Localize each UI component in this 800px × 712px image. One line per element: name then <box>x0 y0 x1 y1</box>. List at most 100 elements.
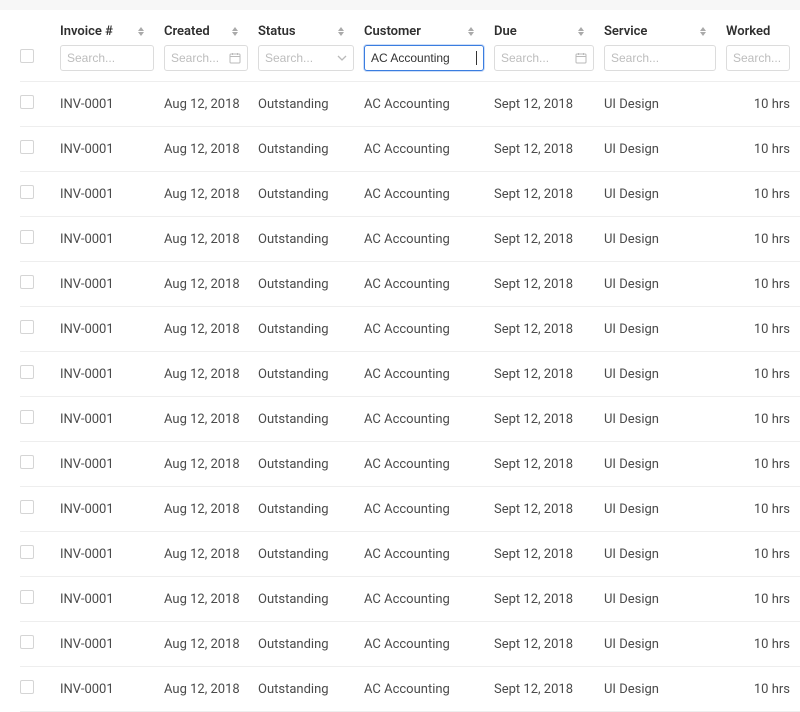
col-header-worked[interactable]: Worked <box>726 10 800 45</box>
table-row[interactable]: INV-0001Aug 12, 2018OutstandingAC Accoun… <box>20 622 800 667</box>
table-row[interactable]: INV-0001Aug 12, 2018OutstandingAC Accoun… <box>20 577 800 622</box>
row-checkbox[interactable] <box>20 275 34 289</box>
sort-icon[interactable] <box>700 27 706 36</box>
row-checkbox[interactable] <box>20 410 34 424</box>
table-row[interactable]: INV-0001Aug 12, 2018OutstandingAC Accoun… <box>20 217 800 262</box>
cell-worked: 10 hrs <box>726 487 800 532</box>
cell-created: Aug 12, 2018 <box>164 127 258 172</box>
filter-input-invoice[interactable] <box>67 51 147 65</box>
sort-icon[interactable] <box>338 27 344 36</box>
cell-worked: 10 hrs <box>726 397 800 442</box>
filter-created[interactable] <box>164 45 248 71</box>
col-header-created[interactable]: Created <box>164 10 258 45</box>
row-checkbox[interactable] <box>20 635 34 649</box>
cell-customer: AC Accounting <box>364 172 494 217</box>
cell-service: UI Design <box>604 487 726 532</box>
table-row[interactable]: INV-0001Aug 12, 2018OutstandingAC Accoun… <box>20 442 800 487</box>
table-header-row: Invoice # Created Status Customer <box>20 10 800 45</box>
cell-due: Sept 12, 2018 <box>494 487 604 532</box>
table-row[interactable]: INV-0001Aug 12, 2018OutstandingAC Accoun… <box>20 262 800 307</box>
row-checkbox[interactable] <box>20 680 34 694</box>
row-checkbox[interactable] <box>20 320 34 334</box>
cell-status: Outstanding <box>258 352 364 397</box>
text-caret <box>476 51 477 65</box>
filter-customer[interactable] <box>364 45 484 71</box>
table-row[interactable]: INV-0001Aug 12, 2018OutstandingAC Accoun… <box>20 397 800 442</box>
calendar-icon[interactable] <box>229 52 241 64</box>
cell-invoice: INV-0001 <box>60 307 164 352</box>
cell-status: Outstanding <box>258 307 364 352</box>
row-checkbox[interactable] <box>20 95 34 109</box>
cell-worked: 10 hrs <box>726 352 800 397</box>
cell-due: Sept 12, 2018 <box>494 82 604 127</box>
cell-invoice: INV-0001 <box>60 172 164 217</box>
col-header-status[interactable]: Status <box>258 10 364 45</box>
cell-due: Sept 12, 2018 <box>494 352 604 397</box>
sort-icon[interactable] <box>468 27 474 36</box>
table-row[interactable]: INV-0001Aug 12, 2018OutstandingAC Accoun… <box>20 532 800 577</box>
cell-customer: AC Accounting <box>364 487 494 532</box>
row-checkbox[interactable] <box>20 230 34 244</box>
cell-worked: 10 hrs <box>726 172 800 217</box>
filter-input-customer[interactable] <box>371 51 475 65</box>
col-header-service[interactable]: Service <box>604 10 726 45</box>
cell-due: Sept 12, 2018 <box>494 397 604 442</box>
cell-invoice: INV-0001 <box>60 352 164 397</box>
table-body: INV-0001Aug 12, 2018OutstandingAC Accoun… <box>20 82 800 712</box>
row-checkbox[interactable] <box>20 185 34 199</box>
filter-invoice[interactable] <box>60 45 154 71</box>
filter-input-created[interactable] <box>171 51 225 65</box>
top-spacer <box>0 0 800 10</box>
table-row[interactable]: INV-0001Aug 12, 2018OutstandingAC Accoun… <box>20 82 800 127</box>
filter-input-due[interactable] <box>501 51 571 65</box>
cell-worked: 10 hrs <box>726 82 800 127</box>
cell-service: UI Design <box>604 82 726 127</box>
filter-status[interactable] <box>258 45 354 71</box>
table-row[interactable]: INV-0001Aug 12, 2018OutstandingAC Accoun… <box>20 307 800 352</box>
calendar-icon[interactable] <box>575 52 587 64</box>
table-row[interactable]: INV-0001Aug 12, 2018OutstandingAC Accoun… <box>20 667 800 712</box>
cell-service: UI Design <box>604 532 726 577</box>
chevron-down-icon[interactable] <box>337 53 347 63</box>
table-row[interactable]: INV-0001Aug 12, 2018OutstandingAC Accoun… <box>20 127 800 172</box>
row-checkbox[interactable] <box>20 365 34 379</box>
row-checkbox[interactable] <box>20 140 34 154</box>
filter-input-service[interactable] <box>611 51 709 65</box>
filter-input-worked[interactable] <box>733 51 783 65</box>
table-filter-row <box>20 45 800 82</box>
cell-due: Sept 12, 2018 <box>494 307 604 352</box>
cell-invoice: INV-0001 <box>60 622 164 667</box>
select-all-checkbox[interactable] <box>20 49 34 63</box>
cell-service: UI Design <box>604 307 726 352</box>
row-checkbox[interactable] <box>20 545 34 559</box>
table-row[interactable]: INV-0001Aug 12, 2018OutstandingAC Accoun… <box>20 352 800 397</box>
cell-status: Outstanding <box>258 172 364 217</box>
cell-status: Outstanding <box>258 127 364 172</box>
sort-icon[interactable] <box>232 27 238 36</box>
row-checkbox[interactable] <box>20 500 34 514</box>
table-row[interactable]: INV-0001Aug 12, 2018OutstandingAC Accoun… <box>20 487 800 532</box>
filter-worked[interactable] <box>726 45 790 71</box>
row-checkbox[interactable] <box>20 590 34 604</box>
filter-service[interactable] <box>604 45 716 71</box>
sort-icon[interactable] <box>138 27 144 36</box>
cell-service: UI Design <box>604 352 726 397</box>
col-header-customer[interactable]: Customer <box>364 10 494 45</box>
cell-due: Sept 12, 2018 <box>494 442 604 487</box>
cell-status: Outstanding <box>258 262 364 307</box>
filter-due[interactable] <box>494 45 594 71</box>
col-header-invoice[interactable]: Invoice # <box>60 10 164 45</box>
row-checkbox[interactable] <box>20 455 34 469</box>
col-label: Due <box>494 24 517 39</box>
cell-service: UI Design <box>604 262 726 307</box>
cell-service: UI Design <box>604 397 726 442</box>
col-header-due[interactable]: Due <box>494 10 604 45</box>
table-row[interactable]: INV-0001Aug 12, 2018OutstandingAC Accoun… <box>20 172 800 217</box>
cell-invoice: INV-0001 <box>60 487 164 532</box>
cell-customer: AC Accounting <box>364 397 494 442</box>
cell-status: Outstanding <box>258 82 364 127</box>
filter-input-status[interactable] <box>265 51 333 65</box>
sort-icon[interactable] <box>578 27 584 36</box>
col-label: Invoice # <box>60 24 113 39</box>
cell-customer: AC Accounting <box>364 262 494 307</box>
